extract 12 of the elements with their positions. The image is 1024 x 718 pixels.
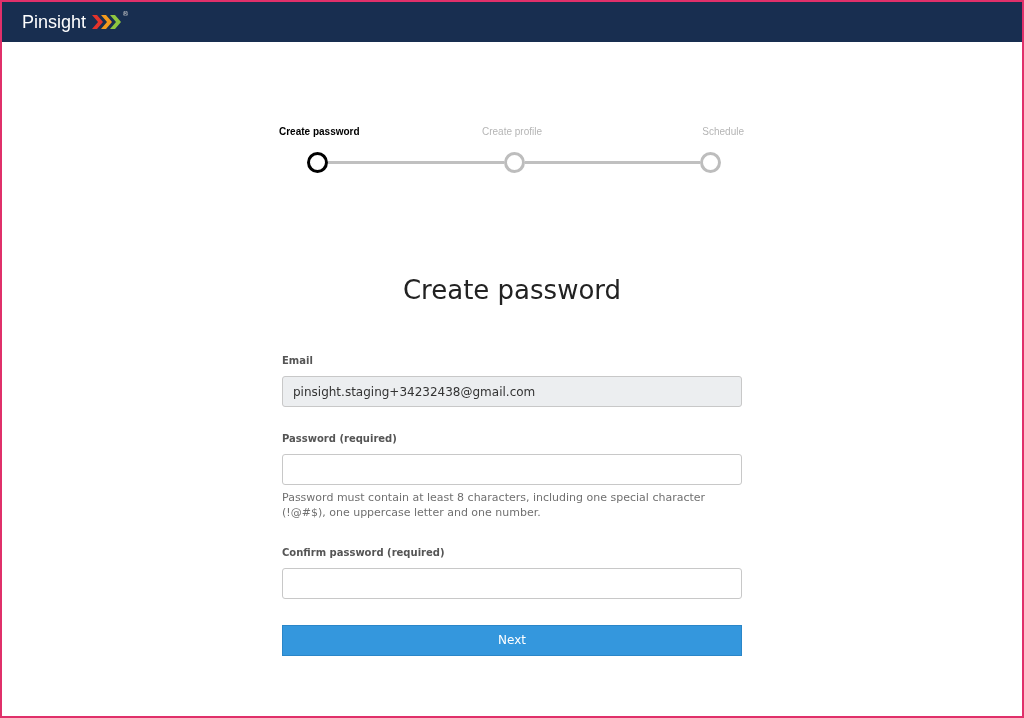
step-label: Create password (279, 126, 360, 137)
chevrons-icon (92, 15, 123, 29)
hint-text: Password must contain at least 8 characters, including one special character (!@#$), one uppercase letter and one number. (282, 490, 707, 521)
field-label: Password (required) (282, 433, 398, 444)
field-label: Confirm password (required) (282, 546, 446, 558)
step-label: Create profile (482, 126, 542, 137)
input-field[interactable] (282, 454, 742, 485)
field-label: Email (282, 355, 314, 366)
logo-text: Pinsight (22, 11, 87, 33)
page-title: Create password (402, 275, 622, 305)
input-field[interactable] (282, 567, 742, 599)
step-label: Schedule (702, 126, 744, 137)
